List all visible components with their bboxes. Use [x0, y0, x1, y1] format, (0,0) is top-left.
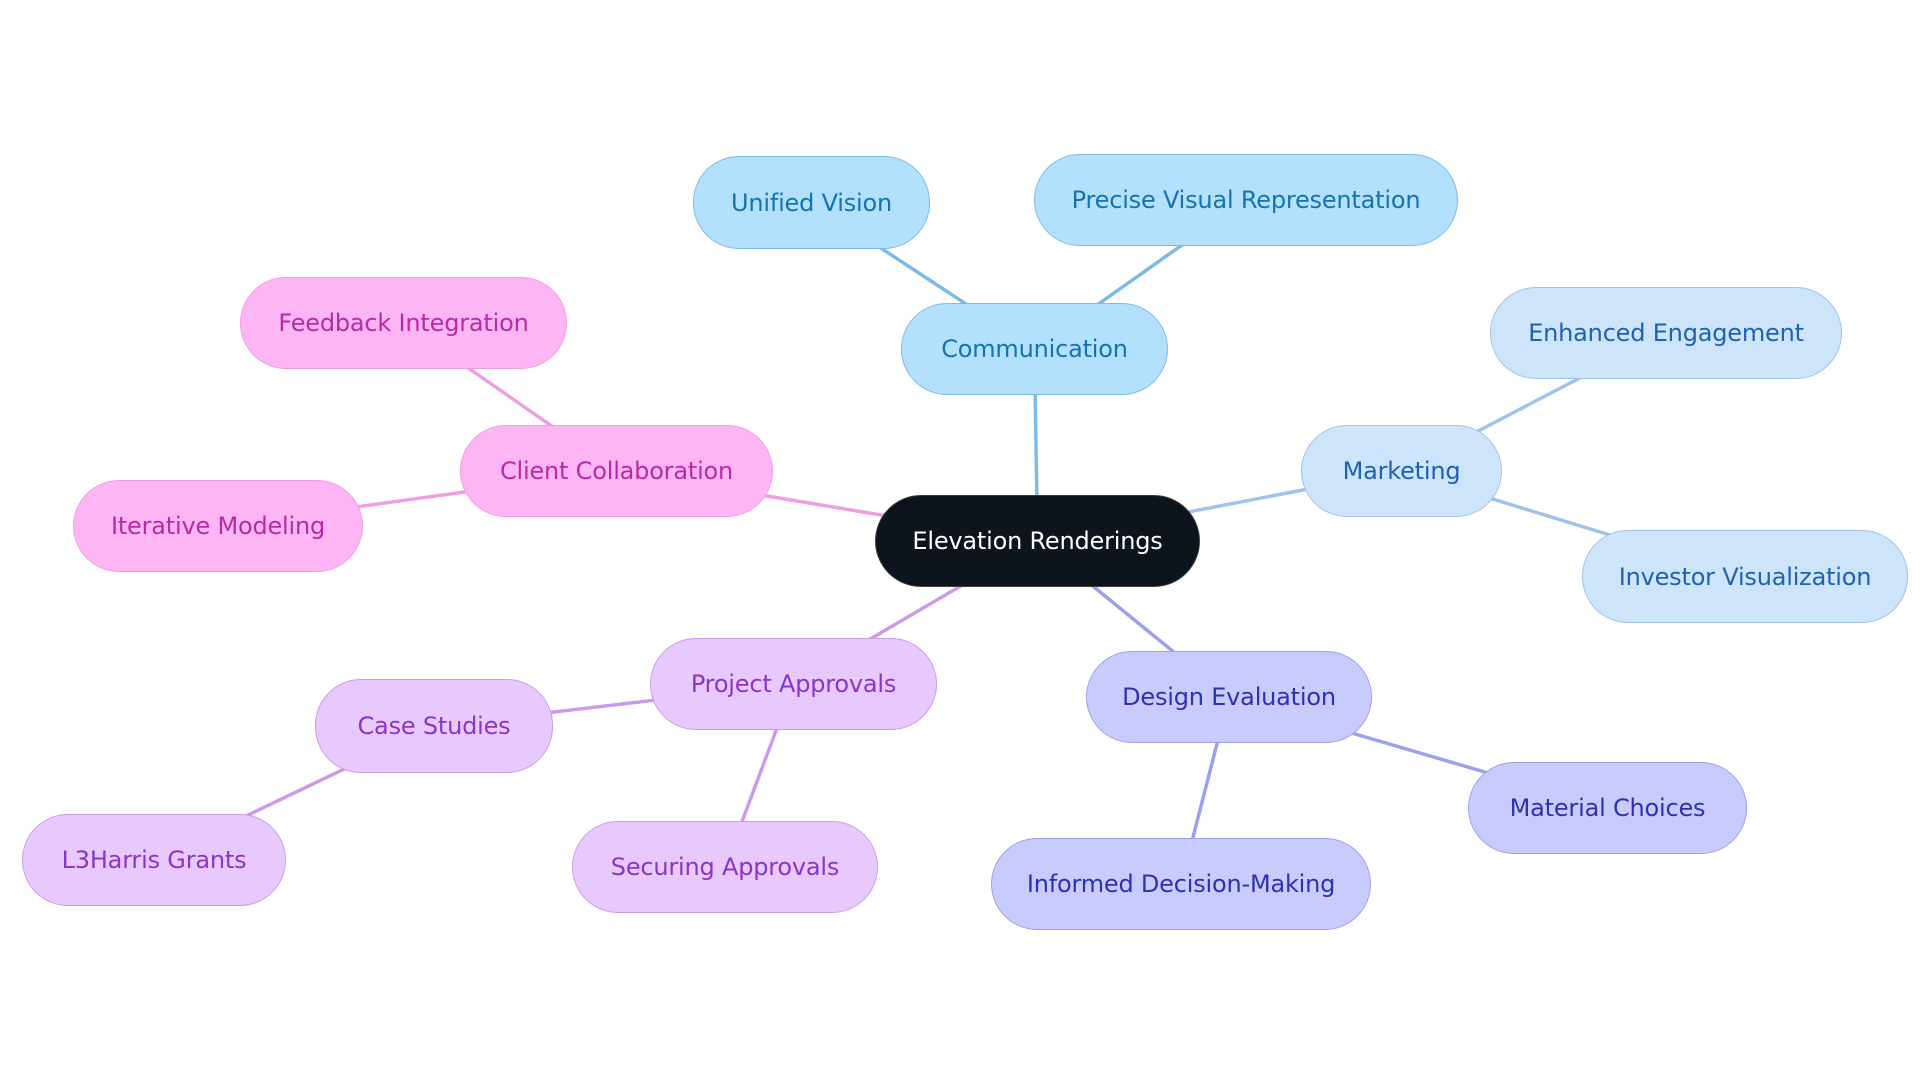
node-label: Marketing: [1342, 457, 1461, 485]
node-label: L3Harris Grants: [61, 846, 247, 874]
node-label: Unified Vision: [730, 188, 893, 217]
node-label: Material Choices: [1509, 794, 1706, 822]
node-securing-approvals[interactable]: Securing Approvals: [572, 821, 878, 913]
node-communication[interactable]: Communication: [901, 303, 1168, 395]
node-label: Securing Approvals: [610, 853, 840, 881]
node-label: Elevation Renderings: [912, 527, 1163, 555]
node-label: Iterative Modeling: [110, 512, 326, 540]
node-case-studies[interactable]: Case Studies: [315, 679, 553, 773]
node-iterative-modeling[interactable]: Iterative Modeling: [73, 480, 363, 572]
node-material-choices[interactable]: Material Choices: [1468, 762, 1747, 854]
node-feedback-integration[interactable]: Feedback Integration: [240, 277, 567, 369]
node-investor-visualization[interactable]: Investor Visualization: [1582, 530, 1908, 623]
node-project-approvals[interactable]: Project Approvals: [650, 638, 937, 730]
node-label: Client Collaboration: [499, 457, 734, 485]
node-label: Informed Decision-Making: [1026, 870, 1336, 898]
mindmap-canvas: Elevation Renderings Communication Unifi…: [0, 0, 1920, 1083]
node-label: Enhanced Engagement: [1528, 319, 1804, 347]
node-design-evaluation[interactable]: Design Evaluation: [1086, 651, 1372, 743]
node-label: Investor Visualization: [1618, 562, 1872, 591]
node-label: Project Approvals: [690, 670, 897, 698]
node-unified-vision[interactable]: Unified Vision: [693, 156, 930, 249]
node-precise-visual-representation[interactable]: Precise Visual Representation: [1034, 154, 1458, 246]
node-marketing[interactable]: Marketing: [1301, 425, 1502, 517]
node-label: Case Studies: [357, 712, 511, 740]
node-label: Communication: [941, 335, 1128, 363]
node-label: Precise Visual Representation: [1071, 186, 1421, 214]
node-elevation-renderings[interactable]: Elevation Renderings: [875, 495, 1200, 587]
node-informed-decision-making[interactable]: Informed Decision-Making: [991, 838, 1371, 930]
node-label: Design Evaluation: [1122, 683, 1336, 711]
node-label: Feedback Integration: [278, 309, 529, 337]
node-l3harris-grants[interactable]: L3Harris Grants: [22, 814, 286, 906]
node-client-collaboration[interactable]: Client Collaboration: [460, 425, 773, 517]
node-enhanced-engagement[interactable]: Enhanced Engagement: [1490, 287, 1842, 379]
